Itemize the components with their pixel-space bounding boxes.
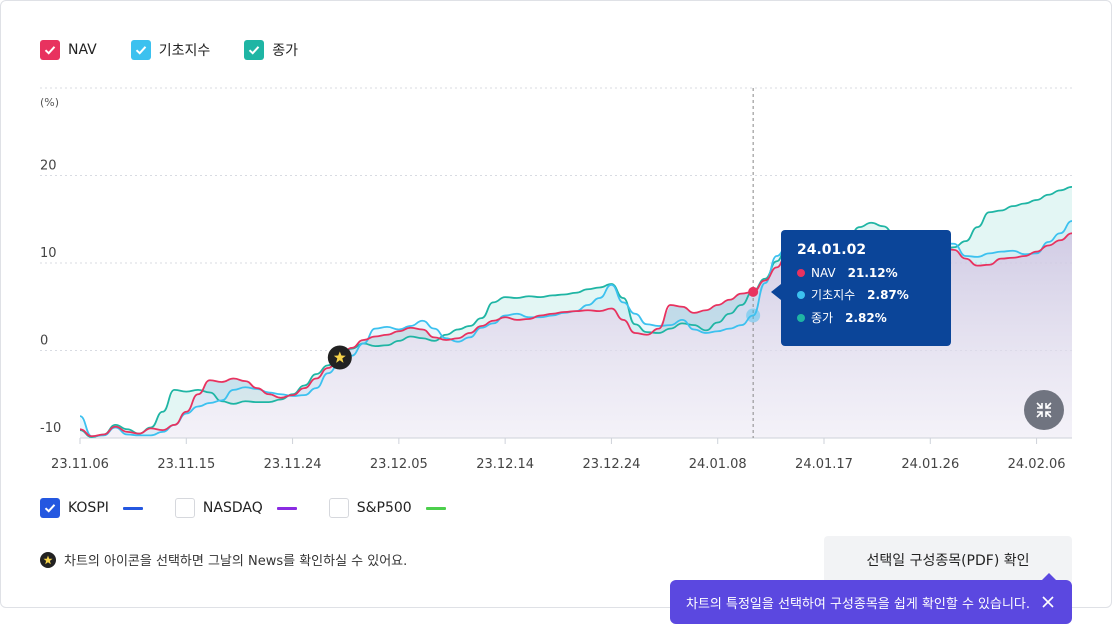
x-tick-label: 24.01.17	[795, 457, 853, 472]
checkbox-empty-icon[interactable]	[174, 498, 195, 518]
tooltip-label: NAV	[811, 266, 836, 280]
y-tick-label: 0	[40, 334, 48, 349]
news-star-icon[interactable]	[327, 345, 352, 370]
x-tick-label: 23.12.24	[582, 457, 640, 472]
x-tick-label: 23.12.14	[476, 457, 534, 472]
tooltip: 24.01.02 NAV 21.12% 기초지수 2.87% 종가 2.82%	[781, 230, 951, 346]
legend-bottom-label: KOSPI	[68, 500, 109, 516]
tooltip-dot	[797, 313, 805, 322]
legend-bottom: KOSPI NASDAQ S&P500	[40, 498, 478, 518]
hint-text: 차트의 특정일을 선택하여 구성종목을 쉽게 확인할 수 있습니다.	[686, 596, 1031, 612]
tooltip-row: 기초지수 2.87%	[797, 286, 935, 303]
pdf-button[interactable]: 선택일 구성종목(PDF) 확인	[824, 536, 1072, 584]
tooltip-row: NAV 21.12%	[797, 266, 935, 280]
y-axis-label: (%)	[40, 96, 59, 109]
tooltip-label: 기초지수	[811, 288, 856, 302]
legend-bottom-line-swatch	[276, 506, 297, 510]
legend-bottom-label: NASDAQ	[202, 500, 263, 516]
x-tick-label: 23.12.05	[370, 457, 428, 472]
hint-arrow	[1042, 573, 1056, 580]
tooltip-date: 24.01.02	[797, 242, 867, 258]
tooltip-row: 종가 2.82%	[797, 309, 935, 326]
checkbox-checked-icon[interactable]	[40, 498, 60, 518]
tooltip-value: 2.87%	[867, 287, 909, 302]
collapse-button[interactable]	[1024, 390, 1064, 430]
legend-bottom-item-1[interactable]: NASDAQ	[174, 498, 297, 518]
legend-bottom-item-2[interactable]: S&P500	[328, 498, 446, 518]
legend-bottom-line-swatch	[122, 506, 143, 510]
selected-point-halo	[746, 308, 761, 323]
collapse-icon	[1036, 402, 1052, 418]
x-tick-label: 23.11.15	[157, 457, 215, 472]
y-tick-label: -10	[40, 421, 61, 436]
x-tick-label: 23.11.24	[264, 457, 322, 472]
legend-bottom-line-swatch	[425, 506, 446, 510]
news-note: 차트의 아이콘을 선택하면 그날의 News를 확인하실 수 있어요.	[40, 550, 407, 569]
x-tick-label: 24.01.26	[901, 457, 959, 472]
x-tick-label: 23.11.06	[51, 457, 109, 472]
tooltip-arrow	[771, 284, 781, 300]
star-icon	[40, 551, 56, 568]
legend-bottom-item-0[interactable]: KOSPI	[40, 498, 143, 518]
tooltip-dot	[797, 290, 805, 299]
news-note-text: 차트의 아이콘을 선택하면 그날의 News를 확인하실 수 있어요.	[64, 554, 408, 569]
tooltip-dot	[797, 269, 805, 277]
close-icon[interactable]	[1040, 594, 1056, 610]
y-tick-label: 10	[40, 246, 57, 261]
tooltip-label: 종가	[811, 311, 834, 325]
x-tick-label: 24.01.08	[689, 457, 747, 472]
hint-tooltip: 차트의 특정일을 선택하여 구성종목을 쉽게 확인할 수 있습니다.	[670, 580, 1072, 624]
legend-bottom-label: S&P500	[356, 500, 412, 516]
y-tick-label: 20	[40, 159, 57, 174]
x-tick-label: 24.02.06	[1008, 457, 1066, 472]
tooltip-value: 21.12%	[847, 266, 898, 280]
checkbox-empty-icon[interactable]	[328, 498, 349, 518]
tooltip-value: 2.82%	[845, 310, 887, 325]
selected-point	[748, 286, 759, 297]
